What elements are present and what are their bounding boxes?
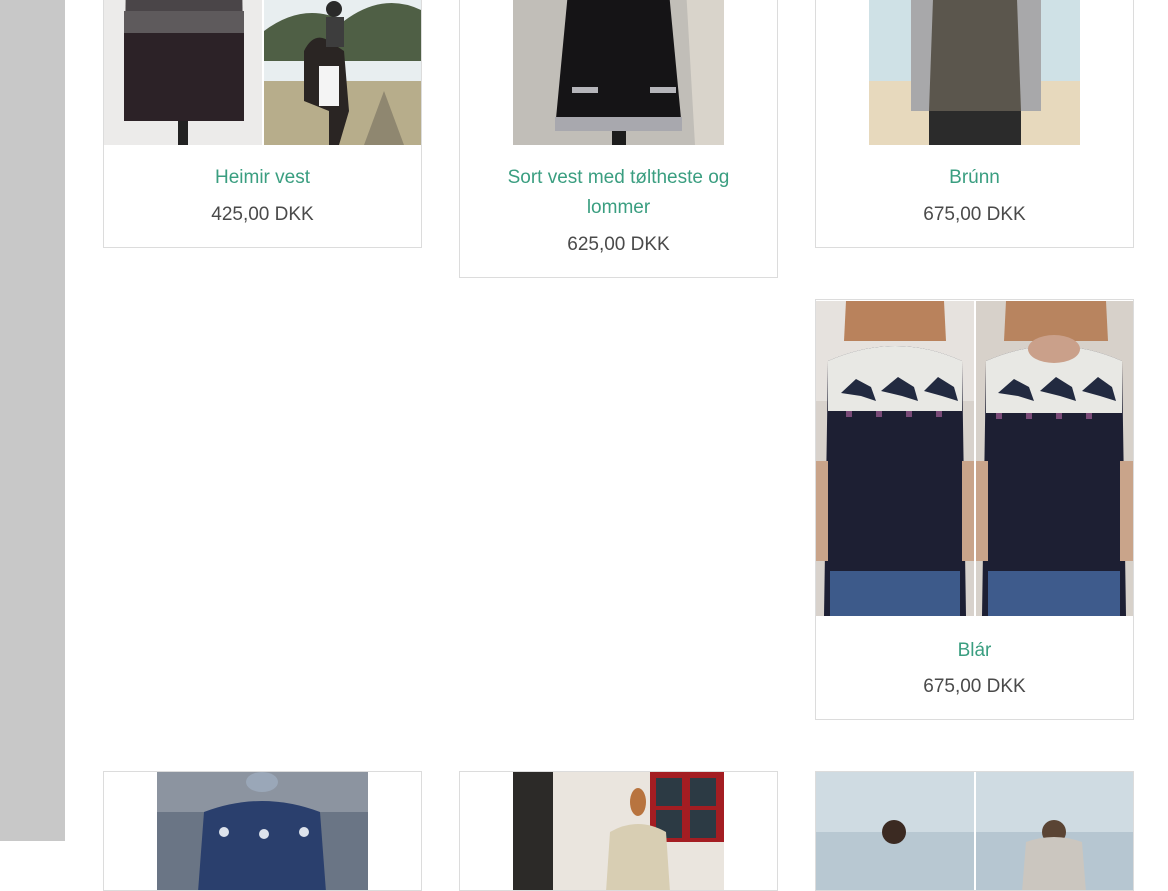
product-image[interactable] — [816, 301, 1133, 616]
product-card-row3-middle[interactable] — [459, 771, 778, 891]
product-image[interactable] — [816, 0, 1133, 145]
product-price: 675,00 DKK — [923, 676, 1026, 697]
product-image[interactable] — [816, 772, 1133, 890]
product-card-sort-vest[interactable]: Sort vest med tøltheste og lommer 625,00… — [459, 0, 778, 278]
product-title[interactable]: Blár — [816, 636, 1133, 666]
product-card-blar[interactable]: Blár 675,00 DKK — [815, 299, 1134, 720]
product-price: 675,00 DKK — [923, 204, 1026, 225]
product-image[interactable] — [460, 0, 777, 145]
product-card-heimir-vest[interactable]: Heimir vest 425,00 DKK — [103, 0, 422, 248]
product-image[interactable] — [104, 0, 421, 145]
product-title[interactable]: Brúnn — [816, 163, 1133, 193]
product-price: 425,00 DKK — [211, 204, 314, 225]
product-price: 625,00 DKK — [567, 234, 670, 255]
product-card-row3-left[interactable] — [103, 771, 422, 891]
product-card-row3-right[interactable] — [815, 771, 1134, 891]
product-title[interactable]: Heimir vest — [104, 163, 421, 193]
product-image[interactable] — [104, 772, 421, 890]
product-title[interactable]: Sort vest med tøltheste og lommer — [460, 163, 777, 223]
product-image[interactable] — [460, 772, 777, 890]
left-sidebar-rail — [0, 0, 65, 841]
product-card-brunn[interactable]: Brúnn 675,00 DKK — [815, 0, 1134, 248]
